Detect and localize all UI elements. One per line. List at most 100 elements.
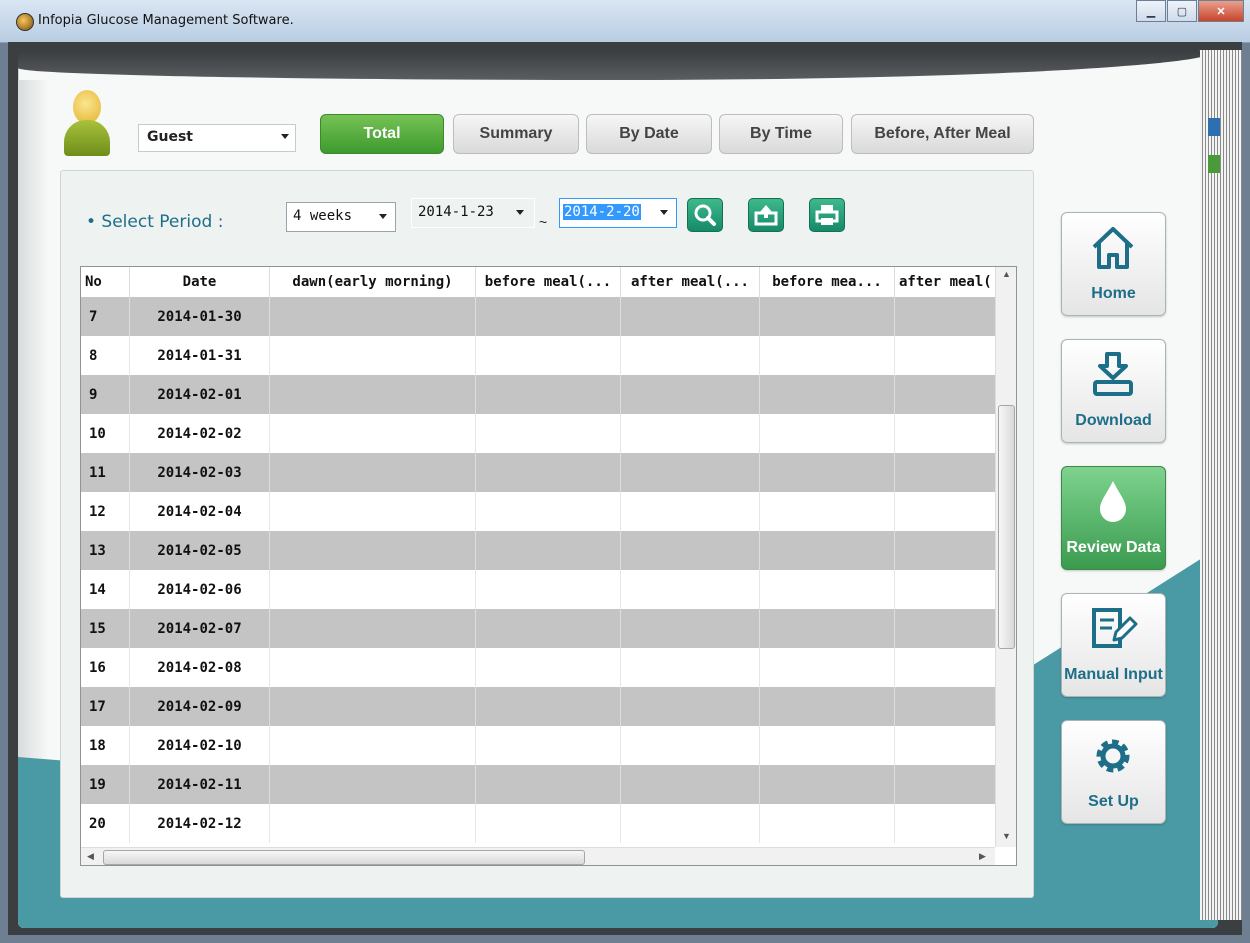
row-number-cell[interactable]: 13	[81, 531, 130, 570]
row-number-cell[interactable]: 19	[81, 765, 130, 804]
column-header[interactable]: Date	[129, 267, 270, 297]
reading-cell[interactable]	[894, 648, 1000, 687]
date-cell[interactable]: 2014-02-05	[129, 531, 270, 570]
reading-cell[interactable]	[475, 765, 621, 804]
table-row[interactable]: 16 2014-02-08	[81, 648, 1000, 687]
vertical-scrollbar[interactable]: ▲ ▼	[995, 267, 1016, 847]
reading-cell[interactable]	[475, 336, 621, 375]
reading-cell[interactable]	[894, 414, 1000, 453]
date-cell[interactable]: 2014-02-02	[129, 414, 270, 453]
setup-button[interactable]: Set Up	[1061, 720, 1166, 824]
reading-cell[interactable]	[894, 804, 1000, 843]
table-row[interactable]: 8 2014-01-31	[81, 336, 1000, 375]
horizontal-scrollbar[interactable]: ◀ ▶	[81, 847, 995, 865]
tab-summary[interactable]: Summary	[453, 114, 579, 154]
data-grid[interactable]: No Date dawn(early morning) before meal(…	[80, 266, 1017, 866]
reading-cell[interactable]	[759, 687, 895, 726]
reading-cell[interactable]	[475, 453, 621, 492]
reading-cell[interactable]	[475, 609, 621, 648]
reading-cell[interactable]	[759, 492, 895, 531]
tab-before-after-meal[interactable]: Before, After Meal	[851, 114, 1034, 154]
reading-cell[interactable]	[620, 336, 760, 375]
date-cell[interactable]: 2014-02-03	[129, 453, 270, 492]
reading-cell[interactable]	[759, 804, 895, 843]
reading-cell[interactable]	[759, 375, 895, 414]
table-row[interactable]: 20 2014-02-12	[81, 804, 1000, 843]
row-number-cell[interactable]: 7	[81, 297, 130, 336]
reading-cell[interactable]	[894, 531, 1000, 570]
reading-cell[interactable]	[269, 492, 476, 531]
reading-cell[interactable]	[620, 414, 760, 453]
reading-cell[interactable]	[269, 726, 476, 765]
reading-cell[interactable]	[269, 297, 476, 336]
column-header[interactable]: dawn(early morning)	[269, 267, 476, 297]
reading-cell[interactable]	[894, 297, 1000, 336]
vertical-scroll-thumb[interactable]	[998, 405, 1015, 649]
reading-cell[interactable]	[475, 375, 621, 414]
reading-cell[interactable]	[894, 570, 1000, 609]
manual-input-button[interactable]: Manual Input	[1061, 593, 1166, 697]
date-cell[interactable]: 2014-02-06	[129, 570, 270, 609]
reading-cell[interactable]	[269, 765, 476, 804]
date-cell[interactable]: 2014-02-01	[129, 375, 270, 414]
reading-cell[interactable]	[894, 492, 1000, 531]
scroll-left-arrow[interactable]: ◀	[87, 851, 94, 862]
table-row[interactable]: 12 2014-02-04	[81, 492, 1000, 531]
minimize-button[interactable]: ▁	[1136, 0, 1166, 22]
reading-cell[interactable]	[620, 648, 760, 687]
date-cell[interactable]: 2014-01-30	[129, 297, 270, 336]
table-row[interactable]: 11 2014-02-03	[81, 453, 1000, 492]
reading-cell[interactable]	[620, 492, 760, 531]
maximize-button[interactable]: ▢	[1167, 0, 1197, 22]
date-cell[interactable]: 2014-02-10	[129, 726, 270, 765]
reading-cell[interactable]	[894, 609, 1000, 648]
table-row[interactable]: 19 2014-02-11	[81, 765, 1000, 804]
reading-cell[interactable]	[475, 570, 621, 609]
column-header[interactable]: before mea...	[759, 267, 895, 297]
reading-cell[interactable]	[269, 453, 476, 492]
reading-cell[interactable]	[620, 570, 760, 609]
reading-cell[interactable]	[620, 297, 760, 336]
export-button[interactable]	[748, 198, 784, 232]
reading-cell[interactable]	[620, 804, 760, 843]
reading-cell[interactable]	[475, 804, 621, 843]
print-button[interactable]	[809, 198, 845, 232]
reading-cell[interactable]	[620, 726, 760, 765]
reading-cell[interactable]	[620, 531, 760, 570]
reading-cell[interactable]	[759, 453, 895, 492]
close-button[interactable]: ✕	[1198, 0, 1244, 22]
table-row[interactable]: 7 2014-01-30	[81, 297, 1000, 336]
tab-by-time[interactable]: By Time	[719, 114, 843, 154]
date-cell[interactable]: 2014-02-11	[129, 765, 270, 804]
reading-cell[interactable]	[269, 570, 476, 609]
date-to-picker[interactable]: 2014-2-20	[559, 198, 677, 228]
reading-cell[interactable]	[620, 453, 760, 492]
date-cell[interactable]: 2014-02-04	[129, 492, 270, 531]
table-row[interactable]: 15 2014-02-07	[81, 609, 1000, 648]
reading-cell[interactable]	[269, 336, 476, 375]
row-number-cell[interactable]: 8	[81, 336, 130, 375]
search-button[interactable]	[687, 198, 723, 232]
reading-cell[interactable]	[894, 687, 1000, 726]
reading-cell[interactable]	[269, 648, 476, 687]
row-number-cell[interactable]: 12	[81, 492, 130, 531]
date-cell[interactable]: 2014-02-08	[129, 648, 270, 687]
reading-cell[interactable]	[475, 687, 621, 726]
scroll-up-arrow[interactable]: ▲	[1002, 269, 1011, 279]
period-range-select[interactable]: 4 weeks	[286, 202, 396, 232]
table-row[interactable]: 9 2014-02-01	[81, 375, 1000, 414]
reading-cell[interactable]	[269, 531, 476, 570]
reading-cell[interactable]	[620, 375, 760, 414]
row-number-cell[interactable]: 11	[81, 453, 130, 492]
horizontal-scroll-thumb[interactable]	[103, 850, 585, 865]
row-number-cell[interactable]: 20	[81, 804, 130, 843]
column-header[interactable]: after meal(...	[620, 267, 760, 297]
reading-cell[interactable]	[475, 492, 621, 531]
date-from-picker[interactable]: 2014-1-23	[411, 198, 535, 228]
date-cell[interactable]: 2014-02-09	[129, 687, 270, 726]
review-data-button[interactable]: Review Data	[1061, 466, 1166, 570]
row-number-cell[interactable]: 18	[81, 726, 130, 765]
row-number-cell[interactable]: 9	[81, 375, 130, 414]
column-header[interactable]: after meal(	[894, 267, 1000, 297]
reading-cell[interactable]	[759, 570, 895, 609]
